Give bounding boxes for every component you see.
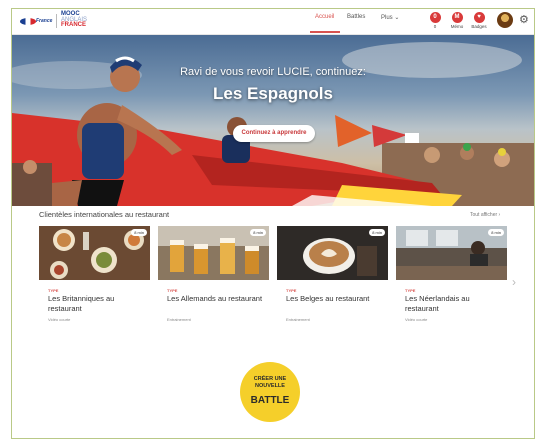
nav-more[interactable]: Plus ⌄ bbox=[381, 14, 399, 21]
card-tag: TYPE bbox=[405, 288, 416, 293]
course-card-belges[interactable]: 8 min TYPE Les Belges au restaurant Entr… bbox=[277, 226, 388, 334]
card-subtitle: Vidéo courte bbox=[48, 317, 71, 322]
card-subtitle: Entrainement bbox=[286, 317, 310, 322]
card-image: 8 min bbox=[158, 226, 269, 280]
badges-label: Badges bbox=[471, 24, 487, 29]
top-header: France MOOC ANGLAIS FRANCE Accueil Battl… bbox=[12, 9, 534, 35]
logo-divider bbox=[56, 14, 57, 28]
app-frame: France MOOC ANGLAIS FRANCE Accueil Battl… bbox=[11, 8, 535, 439]
continue-learning-button[interactable]: Continuez à apprendre bbox=[233, 125, 315, 142]
card-title: Les Britanniques au restaurant bbox=[48, 294, 115, 313]
memo-icon: M bbox=[451, 12, 463, 23]
badges-button[interactable]: ♥ Badges bbox=[465, 12, 493, 29]
tricolor-logo-icon bbox=[20, 18, 36, 25]
card-subtitle: Entrainement bbox=[167, 317, 191, 322]
card-title: Les Allemands au restaurant bbox=[167, 294, 263, 303]
brand-text: France bbox=[36, 18, 53, 24]
badge-icon: ♥ bbox=[473, 12, 485, 23]
avatar[interactable] bbox=[497, 12, 513, 28]
battle-line1: CRÉER UNE NOUVELLE bbox=[253, 376, 287, 389]
duration-badge: 8 min bbox=[488, 229, 504, 236]
duration-badge: 8 min bbox=[131, 229, 147, 236]
course-card-britanniques[interactable]: 8 min TYPE Les Britanniques au restauran… bbox=[39, 226, 150, 334]
card-title: Les Belges au restaurant bbox=[286, 294, 370, 303]
hero-banner: Ravi de vous revoir LUCIE, continuez: Le… bbox=[12, 35, 534, 206]
card-subtitle: Vidéo courte bbox=[405, 317, 428, 322]
card-image: 8 min bbox=[39, 226, 150, 280]
card-tag: TYPE bbox=[286, 288, 297, 293]
carousel-next-icon[interactable]: › bbox=[512, 275, 516, 289]
duration-badge: 8 min bbox=[250, 229, 266, 236]
duration-badge: 8 min bbox=[369, 229, 385, 236]
score-icon: 0 bbox=[429, 12, 441, 23]
section-title: Clientèles internationales au restaurant bbox=[39, 210, 170, 219]
card-tag: TYPE bbox=[48, 288, 59, 293]
course-card-neerlandais[interactable]: 8 min TYPE Les Néerlandais au restaurant… bbox=[396, 226, 507, 334]
mooc-logo[interactable]: MOOC ANGLAIS FRANCE bbox=[61, 11, 87, 29]
card-title: Les Néerlandais au restaurant bbox=[405, 294, 470, 313]
battle-line2: BATTLE bbox=[250, 395, 290, 406]
active-tab-indicator bbox=[310, 31, 340, 33]
see-all-link[interactable]: Tout afficher › bbox=[470, 212, 500, 218]
mooc-logo-line3: FRANCE bbox=[61, 22, 86, 28]
card-image: 8 min bbox=[277, 226, 388, 280]
create-battle-button[interactable]: CRÉER UNE NOUVELLE BATTLE bbox=[240, 362, 300, 422]
course-cards: 8 min TYPE Les Britanniques au restauran… bbox=[39, 226, 509, 334]
gear-icon[interactable]: ⚙ bbox=[519, 13, 529, 27]
chevron-right-icon: › bbox=[498, 212, 501, 218]
card-image: 8 min bbox=[396, 226, 507, 280]
nav-home[interactable]: Accueil bbox=[315, 14, 334, 20]
france-logo[interactable]: France bbox=[20, 15, 54, 28]
see-all-label: Tout afficher bbox=[470, 212, 498, 218]
hero-course-title: Les Espagnols bbox=[213, 84, 333, 103]
card-tag: TYPE bbox=[167, 288, 178, 293]
nav-battles[interactable]: Battles bbox=[347, 14, 365, 20]
course-card-allemands[interactable]: 8 min TYPE Les Allemands au restaurant E… bbox=[158, 226, 269, 334]
hero-greeting: Ravi de vous revoir LUCIE, continuez: bbox=[180, 66, 366, 78]
nav-more-label: Plus bbox=[381, 15, 393, 21]
hero-photo bbox=[12, 42, 534, 206]
chevron-down-icon: ⌄ bbox=[394, 15, 400, 21]
